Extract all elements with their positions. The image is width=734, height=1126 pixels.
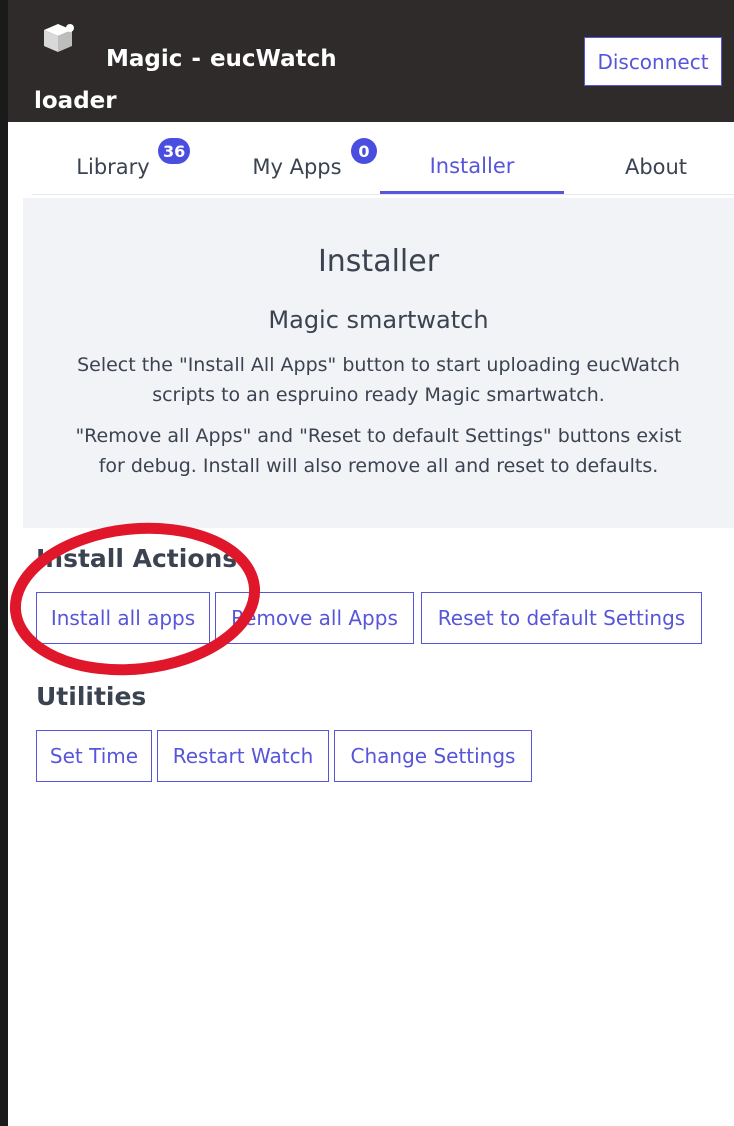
tab-label: Installer <box>429 153 515 178</box>
installer-panel: Installer Magic smartwatch Select the "I… <box>23 198 734 528</box>
app-title: Magic - eucWatch loader <box>34 46 337 114</box>
panel-description-line: scripts to an espruino ready Magic smart… <box>152 384 605 406</box>
reset-default-settings-button[interactable]: Reset to default Settings <box>421 592 702 644</box>
remove-all-apps-button[interactable]: Remove all Apps <box>215 592 414 644</box>
tab-label: About <box>624 155 688 179</box>
tab-my-apps[interactable]: My Apps <box>222 140 372 194</box>
utilities-heading: Utilities <box>36 682 147 711</box>
tab-bar: Library 36 My Apps 0 Installer About <box>8 122 734 196</box>
disconnect-button[interactable]: Disconnect <box>584 37 722 86</box>
panel-description-line: for debug. Install will also remove all … <box>98 455 659 477</box>
tab-divider <box>32 194 734 195</box>
panel-description-line: "Remove all Apps" and "Reset to default … <box>75 425 682 447</box>
my-apps-count-badge: 0 <box>351 138 377 164</box>
window-edge <box>0 0 8 1126</box>
app-window: Magic - eucWatch loader Disconnect Libra… <box>0 0 734 1126</box>
library-count-badge: 36 <box>158 138 191 164</box>
panel-title: Installer <box>317 244 440 279</box>
restart-watch-button[interactable]: Restart Watch <box>157 730 329 782</box>
header-bar: Magic - eucWatch loader Disconnect <box>8 0 734 122</box>
tab-label: My Apps <box>252 155 342 179</box>
panel-description-line: Select the "Install All Apps" button to … <box>77 354 680 376</box>
panel-subtitle: Magic smartwatch <box>268 306 489 334</box>
set-time-button[interactable]: Set Time <box>36 730 152 782</box>
tab-about[interactable]: About <box>588 140 724 194</box>
tab-installer[interactable]: Installer <box>380 140 564 194</box>
tab-label: Library <box>76 155 150 179</box>
install-actions-heading: Install Actions <box>36 544 238 573</box>
install-all-apps-button[interactable]: Install all apps <box>36 592 210 644</box>
change-settings-button[interactable]: Change Settings <box>334 730 532 782</box>
